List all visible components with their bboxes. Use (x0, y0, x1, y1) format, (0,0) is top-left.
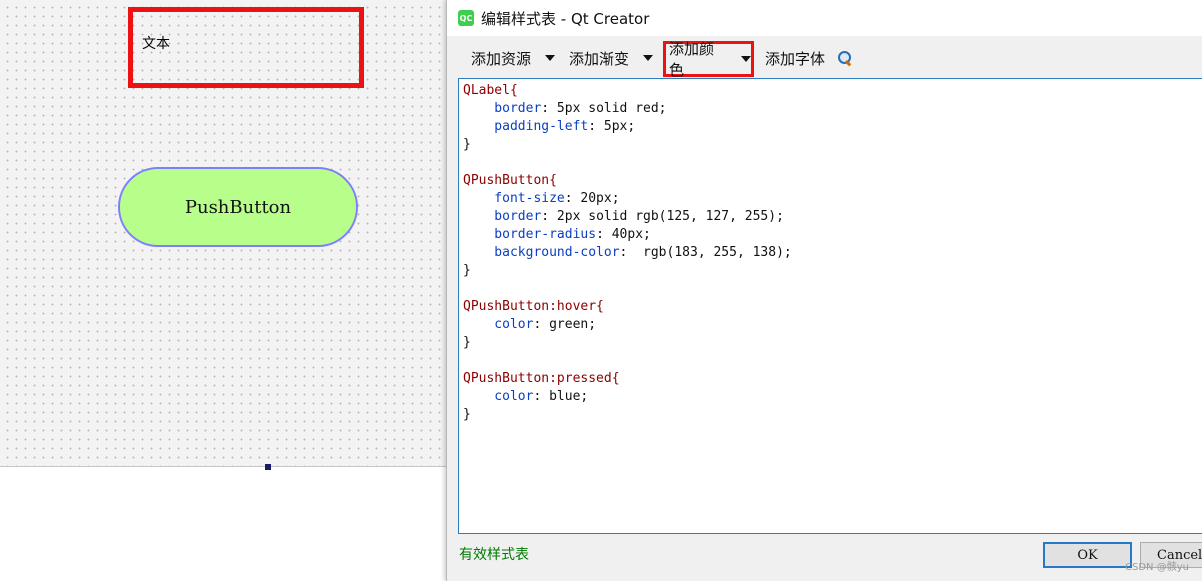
code-line: border: 5px solid red; (463, 100, 1202, 118)
designer-bottom-area (0, 467, 446, 581)
code-token-brace: } (463, 137, 471, 152)
add-gradient-button[interactable]: 添加渐变 (558, 42, 653, 74)
add-resource-button[interactable]: 添加资源 (447, 42, 558, 74)
code-line: color: blue; (463, 388, 1202, 406)
code-token-prop: border (463, 101, 542, 116)
code-line: QLabel{ (463, 82, 1202, 100)
code-line: font-size: 20px; (463, 190, 1202, 208)
code-token-val: : 2px solid rgb(125, 127, 255); (541, 209, 784, 224)
designer-canvas[interactable]: 文本 PushButton (0, 0, 446, 467)
code-token-brace: } (463, 407, 471, 422)
code-line: QPushButton{ (463, 172, 1202, 190)
code-token-prop: color (463, 389, 534, 404)
code-token-brace: } (463, 263, 471, 278)
add-resource-label: 添加资源 (471, 49, 532, 68)
code-token-prop: border-radius (463, 227, 597, 242)
code-line: border-radius: 40px; (463, 226, 1202, 244)
push-button-widget[interactable]: PushButton (118, 167, 358, 247)
dropdown-arrow-icon[interactable] (643, 55, 653, 61)
stylesheet-code-editor[interactable]: QLabel{ border: 5px solid red; padding-l… (458, 78, 1202, 534)
code-line: } (463, 334, 1202, 352)
code-token-val: : 5px solid red; (541, 101, 667, 116)
code-line: padding-left: 5px; (463, 118, 1202, 136)
code-token-val: : 5px; (588, 119, 636, 134)
add-color-button[interactable]: 添加颜色 (663, 40, 754, 79)
code-token-sel: QLabel{ (463, 83, 518, 98)
code-line: border: 2px solid rgb(125, 127, 255); (463, 208, 1202, 226)
dialog-titlebar[interactable]: QC 编辑样式表 - Qt Creator (447, 0, 1202, 36)
code-token-prop: padding-left (463, 119, 589, 134)
code-token-sel: QPushButton:hover{ (463, 299, 604, 314)
ok-button[interactable]: OK (1043, 542, 1132, 568)
code-line: } (463, 406, 1202, 424)
valid-stylesheet-status: 有效样式表 (459, 547, 529, 563)
code-token-prop: background-color (463, 245, 620, 260)
code-line: background-color: rgb(183, 255, 138); (463, 244, 1202, 262)
label-widget-text: 文本 (142, 35, 170, 52)
code-token-brace: } (463, 335, 471, 350)
add-gradient-label: 添加渐变 (569, 49, 630, 68)
label-widget[interactable]: 文本 (128, 7, 364, 88)
code-token-val: : 20px; (564, 191, 620, 206)
code-token-prop: font-size (463, 191, 565, 206)
code-token-prop: border (463, 209, 542, 224)
code-token-prop: color (463, 317, 534, 332)
code-token-sel: QPushButton{ (463, 173, 557, 188)
add-font-button[interactable]: 添加字体 (765, 42, 853, 74)
dropdown-arrow-icon[interactable] (741, 56, 751, 62)
code-line: QPushButton:pressed{ (463, 370, 1202, 388)
code-line: color: green; (463, 316, 1202, 334)
form-resize-handle[interactable] (265, 464, 271, 470)
code-token-val: : blue; (533, 389, 589, 404)
dropdown-arrow-icon[interactable] (545, 55, 556, 61)
watermark: CSDN @骸yu (1125, 562, 1189, 573)
stylesheet-toolbar: 添加资源 添加渐变 添加颜色 添加字体 (447, 40, 1202, 79)
code-line: QPushButton:hover{ (463, 298, 1202, 316)
code-token-val: : 40px; (596, 227, 651, 242)
add-font-label: 添加字体 (765, 49, 826, 68)
edit-stylesheet-dialog: QC 编辑样式表 - Qt Creator 添加资源 添加渐变 添加颜色 添加字… (446, 0, 1202, 581)
code-line: } (463, 136, 1202, 154)
add-color-label: 添加颜色 (669, 40, 715, 79)
preview-magnifier-icon[interactable] (837, 50, 853, 67)
dialog-title: 编辑样式表 - Qt Creator (481, 9, 650, 28)
code-token-sel: QPushButton:pressed{ (463, 371, 620, 386)
code-token-val: : green; (533, 317, 597, 332)
qt-creator-icon: QC (458, 10, 474, 26)
code-token-val: : rgb(183, 255, 138); (619, 245, 792, 260)
code-line: } (463, 262, 1202, 280)
